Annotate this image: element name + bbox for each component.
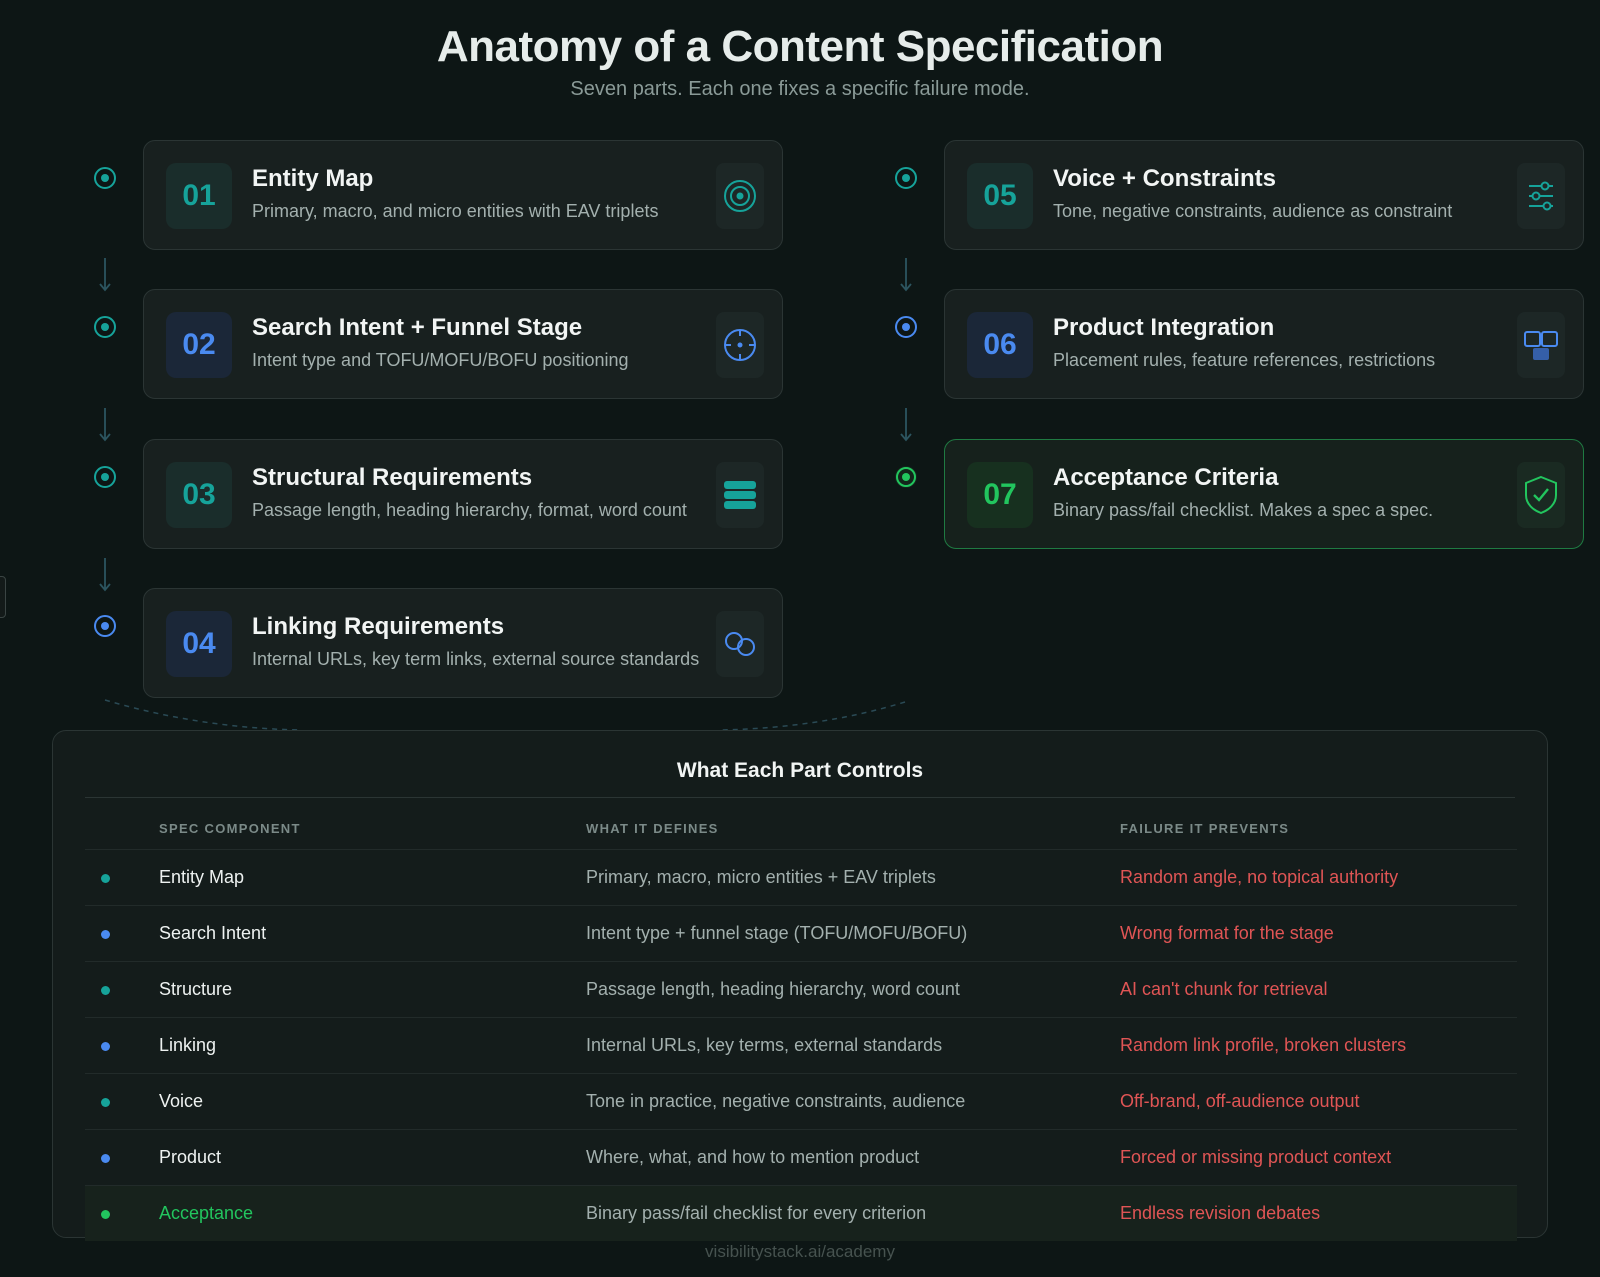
stack-icon: [716, 462, 764, 528]
card-title: Product Integration: [1053, 314, 1275, 341]
cell-defines: Where, what, and how to mention product: [586, 1147, 920, 1167]
row-dot: [101, 1042, 110, 1051]
cell-defines: Internal URLs, key terms, external stand…: [586, 1035, 943, 1055]
link-icon: [716, 611, 764, 677]
card-description: Passage length, heading hierarchy, forma…: [252, 500, 687, 520]
column-header-prevents: FAILURE IT PREVENTS: [1120, 821, 1290, 836]
cell-prevents: AI can't chunk for retrieval: [1120, 979, 1328, 999]
card-linking-requirements[interactable]: 04 Linking Requirements Internal URLs, k…: [143, 588, 783, 698]
cell-prevents: Endless revision debates: [1120, 1203, 1321, 1223]
node-04: [94, 615, 116, 637]
card-title: Entity Map: [252, 165, 374, 192]
column-header-defines: WHAT IT DEFINES: [586, 821, 719, 836]
table-row-highlighted: Acceptance Binary pass/fail checklist fo…: [85, 1185, 1517, 1241]
card-number: 07: [967, 462, 1033, 528]
cell-prevents: Forced or missing product context: [1120, 1147, 1392, 1167]
row-dot: [101, 930, 110, 939]
cell-component: Entity Map: [159, 867, 245, 887]
sliders-icon: [1517, 163, 1565, 229]
card-description: Primary, macro, and micro entities with …: [252, 201, 659, 221]
card-product-integration[interactable]: 06 Product Integration Placement rules, …: [944, 289, 1584, 399]
cell-component: Search Intent: [159, 923, 267, 943]
card-number: 04: [166, 611, 232, 677]
footer-url[interactable]: visibilitystack.ai/academy: [0, 1242, 1600, 1262]
row-dot: [101, 1154, 110, 1163]
cell-prevents: Wrong format for the stage: [1120, 923, 1334, 943]
cell-prevents: Random angle, no topical authority: [1120, 867, 1399, 887]
arrow-06-07: [900, 408, 912, 442]
card-entity-map[interactable]: 01 Entity Map Primary, macro, and micro …: [143, 140, 783, 250]
card-title: Voice + Constraints: [1053, 165, 1276, 192]
card-description: Binary pass/fail checklist. Makes a spec…: [1053, 500, 1434, 520]
connector-right: [719, 701, 906, 731]
card-number: 02: [166, 312, 232, 378]
card-title: Linking Requirements: [252, 613, 505, 640]
infographic: Anatomy of a Content Specification Seven…: [0, 0, 1600, 1277]
cell-defines: Binary pass/fail checklist for every cri…: [586, 1203, 927, 1223]
cell-defines: Passage length, heading hierarchy, word …: [586, 979, 960, 999]
layout-icon: [1517, 312, 1565, 378]
node-01: [94, 167, 116, 189]
row-dot: [101, 986, 110, 995]
card-title: Search Intent + Funnel Stage: [252, 314, 583, 341]
card-number: 05: [967, 163, 1033, 229]
crosshair-icon: [716, 312, 764, 378]
controls-table-panel: What Each Part Controls SPEC COMPONENT W…: [52, 730, 1548, 1241]
cell-component: Voice: [159, 1091, 204, 1111]
table-row: Search Intent Intent type + funnel stage…: [85, 905, 1517, 961]
row-dot: [101, 1098, 110, 1107]
row-dot: [101, 1210, 110, 1219]
table-row: Linking Internal URLs, key terms, extern…: [85, 1017, 1517, 1073]
card-title: Structural Requirements: [252, 464, 533, 491]
card-description: Internal URLs, key term links, external …: [252, 649, 700, 669]
arrow-01-02: [99, 258, 111, 292]
cell-component: Product: [159, 1147, 222, 1167]
card-description: Placement rules, feature references, res…: [1053, 350, 1436, 370]
node-02: [94, 316, 116, 338]
arrow-05-06: [900, 258, 912, 292]
card-voice-constraints[interactable]: 05 Voice + Constraints Tone, negative co…: [944, 140, 1584, 250]
card-number: 06: [967, 312, 1033, 378]
row-dot: [101, 874, 110, 883]
node-07: [895, 466, 917, 488]
card-description: Tone, negative constraints, audience as …: [1053, 201, 1453, 221]
cell-prevents: Random link profile, broken clusters: [1120, 1035, 1407, 1055]
table-row: Product Where, what, and how to mention …: [85, 1129, 1517, 1185]
card-number: 01: [166, 163, 232, 229]
card-description: Intent type and TOFU/MOFU/BOFU positioni…: [252, 350, 629, 370]
node-05: [895, 167, 917, 189]
table-row: Voice Tone in practice, negative constra…: [85, 1073, 1517, 1129]
table-divider: [85, 797, 1515, 798]
connector-left: [104, 699, 301, 731]
card-number: 03: [166, 462, 232, 528]
column-header-component: SPEC COMPONENT: [159, 821, 301, 836]
table-row: Entity Map Primary, macro, micro entitie…: [85, 849, 1517, 905]
cell-prevents: Off-brand, off-audience output: [1120, 1091, 1360, 1111]
card-acceptance-criteria[interactable]: 07 Acceptance Criteria Binary pass/fail …: [944, 439, 1584, 549]
card-title: Acceptance Criteria: [1053, 464, 1279, 491]
target-icon: [716, 163, 764, 229]
node-03: [94, 466, 116, 488]
arrow-03-04: [99, 558, 111, 592]
table-title: What Each Part Controls: [676, 759, 924, 782]
card-search-intent[interactable]: 02 Search Intent + Funnel Stage Intent t…: [143, 289, 783, 399]
cell-defines: Primary, macro, micro entities + EAV tri…: [586, 867, 936, 887]
node-06: [895, 316, 917, 338]
cell-defines: Intent type + funnel stage (TOFU/MOFU/BO…: [586, 923, 968, 943]
cell-component: Acceptance: [159, 1203, 254, 1223]
shield-check-icon: [1517, 462, 1565, 528]
cell-component: Structure: [159, 979, 233, 999]
table-row: Structure Passage length, heading hierar…: [85, 961, 1517, 1017]
card-structural-requirements[interactable]: 03 Structural Requirements Passage lengt…: [143, 439, 783, 549]
cell-defines: Tone in practice, negative constraints, …: [586, 1091, 966, 1111]
cell-component: Linking: [159, 1035, 217, 1055]
arrow-02-03: [99, 408, 111, 442]
